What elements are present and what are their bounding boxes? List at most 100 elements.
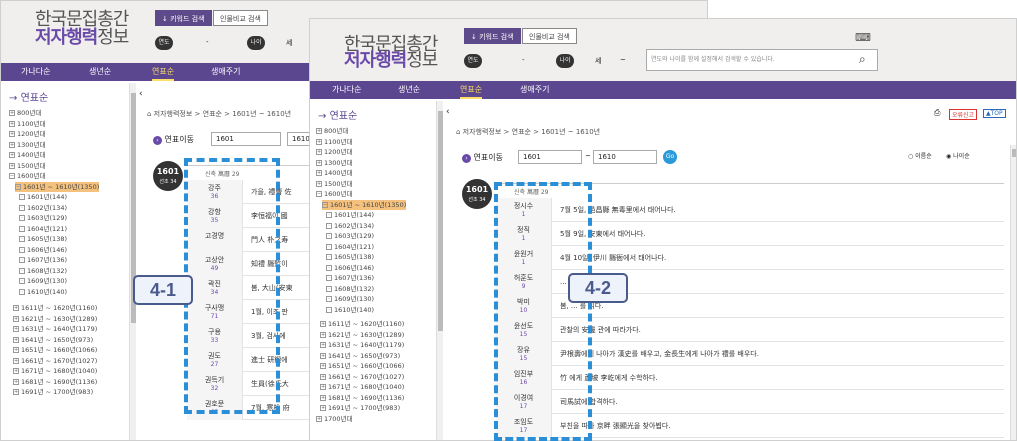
tree-decade[interactable]: +1661년 ~ 1670년(1027) <box>320 372 406 383</box>
search-icon[interactable]: ⌕ <box>859 52 866 67</box>
sidebar-scrollbar[interactable] <box>436 101 443 440</box>
tree-year[interactable]: · 1606년(146) <box>326 263 406 274</box>
move-label: › 연표이동 <box>153 134 194 145</box>
dash: - <box>206 38 209 46</box>
tree-year[interactable]: · 1603년(129) <box>19 213 99 224</box>
tree-item[interactable]: −1600년대 <box>316 189 406 200</box>
tree-year[interactable]: · 1601년(144) <box>326 210 406 221</box>
tree-year[interactable]: · 1609년(130) <box>19 276 99 287</box>
tree-decade[interactable]: +1631년 ~ 1640년(1179) <box>13 324 99 335</box>
keyword-search-tab[interactable]: ↓ 키워드 검색 <box>464 28 521 44</box>
from-year-input[interactable]: 1601 <box>211 132 281 146</box>
tree-year[interactable]: · 1605년(138) <box>326 252 406 263</box>
tree-decade[interactable]: +1621년 ~ 1630년(1289) <box>320 330 406 341</box>
event-description: 尹根壽에게 나아가 漢史를 배우고, 金長生에게 나아가 禮를 배우다. <box>560 350 759 358</box>
tree-year[interactable]: · 1608년(132) <box>19 266 99 277</box>
tree-year[interactable]: · 1606년(146) <box>19 245 99 256</box>
tree-item[interactable]: +1400년대 <box>316 168 406 179</box>
nav-ganada[interactable]: 가나다순 <box>332 81 361 99</box>
nav-lifecycle[interactable]: 생애주기 <box>211 63 240 81</box>
year-badge: 1601 선조 34 <box>153 161 183 191</box>
tree-year[interactable]: · 1602년(134) <box>326 221 406 232</box>
tree-item[interactable]: +1100년대 <box>316 137 406 148</box>
callout-label-right: 4-2 <box>568 273 628 303</box>
event-description: 司馬試에 합격하다. <box>560 398 618 406</box>
tree-decade[interactable]: +1651년 ~ 1660년(1066) <box>13 345 99 356</box>
print-icon[interactable]: ⎙ <box>934 108 940 118</box>
report-error-button[interactable]: 오류신고 <box>949 109 978 120</box>
nav-ganada[interactable]: 가나다순 <box>21 63 50 81</box>
go-button[interactable]: Go <box>663 150 677 164</box>
front-nav: 가나다순 생년순 연표순 생애주기 <box>310 81 1016 99</box>
nav-lifecycle[interactable]: 생애주기 <box>520 81 549 99</box>
tree-item[interactable]: −1600년대 <box>9 171 99 182</box>
event-description: 5월 9일, 安東에서 태어나다. <box>560 230 646 238</box>
tree-decade[interactable]: +1671년 ~ 1680년(1040) <box>13 366 99 377</box>
collapse-icon[interactable]: ‹ <box>139 89 143 99</box>
tree-decade[interactable]: +1641년 ~ 1650년(973) <box>13 335 99 346</box>
tilde: ~ <box>585 152 591 160</box>
front-header: 한국문집총간 저자행력정보 ↓ 키워드 검색 인물비교 검색 연도 - 나이 세… <box>310 19 1016 81</box>
tree-item[interactable]: +1700년대 <box>316 414 406 425</box>
tree-decade[interactable]: +1681년 ~ 1690년(1136) <box>13 377 99 388</box>
person-compare-tab[interactable]: 인물비교 검색 <box>213 10 268 26</box>
tree-year[interactable]: · 1605년(138) <box>19 234 99 245</box>
keyboard-icon[interactable]: ⌨ <box>855 31 871 44</box>
tree-year[interactable]: · 1608년(132) <box>326 284 406 295</box>
tree-decade[interactable]: +1661년 ~ 1670년(1027) <box>13 356 99 367</box>
tree-year[interactable]: · 1602년(134) <box>19 203 99 214</box>
tree-year[interactable]: · 1607년(136) <box>19 255 99 266</box>
tree-year[interactable]: · 1609년(130) <box>326 294 406 305</box>
tree-item[interactable]: +1300년대 <box>316 158 406 169</box>
main-scrollbar[interactable] <box>1010 145 1016 440</box>
from-year-input[interactable]: 1601 <box>518 150 582 164</box>
keyword-search-tab[interactable]: ↓ 키워드 검색 <box>155 10 212 26</box>
tree-item[interactable]: +1300년대 <box>9 140 99 151</box>
nav-chronology[interactable]: 연표순 <box>152 63 175 81</box>
site-subtitle: 저자행력정보 <box>344 50 438 71</box>
breadcrumb: ⌂ 저자행력정보 > 연표순 > 1601년 ~ 1610년 <box>147 110 292 118</box>
tree-decade[interactable]: +1621년 ~ 1630년(1289) <box>13 314 99 325</box>
tree-decade[interactable]: +1641년 ~ 1650년(973) <box>320 351 406 362</box>
tree-item[interactable]: +1500년대 <box>9 161 99 172</box>
tree-year[interactable]: · 1607년(136) <box>326 273 406 284</box>
nav-birth[interactable]: 생년순 <box>398 81 420 99</box>
tree-decade[interactable]: +1691년 ~ 1700년(983) <box>320 403 406 414</box>
age-suffix: 세 <box>595 57 602 65</box>
person-compare-tab[interactable]: 인물비교 검색 <box>522 28 577 44</box>
tree-item[interactable]: +1100년대 <box>9 119 99 130</box>
tree-year[interactable]: · 1604년(121) <box>19 224 99 235</box>
tree-decade[interactable]: +1691년 ~ 1700년(983) <box>13 387 99 398</box>
tree-decade[interactable]: +1631년 ~ 1640년(1179) <box>320 340 406 351</box>
sort-name-radio[interactable]: ○ 이름순 <box>908 151 932 160</box>
tree-year[interactable]: · 1603년(129) <box>326 231 406 242</box>
nav-chronology[interactable]: 연표순 <box>460 81 483 99</box>
search-input[interactable]: 연도와 나이를 함께 설정해서 검색할 수 있습니다. <box>646 49 878 71</box>
tilde: ~ <box>620 56 626 64</box>
tree-item[interactable]: +1200년대 <box>316 147 406 158</box>
sort-age-radio[interactable]: ◉ 나이순 <box>946 151 970 160</box>
tree-year[interactable]: · 1610년(140) <box>19 287 99 298</box>
collapse-icon[interactable]: ‹ <box>446 107 450 117</box>
tree-year[interactable]: · 1601년(144) <box>19 192 99 203</box>
tree-decade[interactable]: +1611년 ~ 1620년(1160) <box>320 319 406 330</box>
tree-item[interactable]: +1500년대 <box>316 179 406 190</box>
tree-decade[interactable]: +1681년 ~ 1690년(1136) <box>320 393 406 404</box>
tree-item[interactable]: +1200년대 <box>9 129 99 140</box>
tree-item[interactable]: +800년대 <box>316 126 406 137</box>
tree-item-selected[interactable]: −1601년 ~ 1610년(1350) <box>15 181 100 192</box>
top-button[interactable]: ▲TOP <box>983 109 1006 118</box>
tree-decade[interactable]: +1671년 ~ 1680년(1040) <box>320 382 406 393</box>
back-tree: +800년대 +1100년대 +1200년대 +1300년대 +1400년대 +… <box>9 108 100 398</box>
sidebar-scrollbar[interactable] <box>129 83 136 440</box>
tree-item-selected[interactable]: −1601년 ~ 1610년(1350) <box>322 199 407 210</box>
tree-decade[interactable]: +1651년 ~ 1660년(1066) <box>320 361 406 372</box>
tree-year[interactable]: · 1610년(140) <box>326 305 406 316</box>
highlight-box-right <box>494 182 592 441</box>
tree-year[interactable]: · 1604년(121) <box>326 242 406 253</box>
tree-item[interactable]: +800년대 <box>9 108 99 119</box>
tree-decade[interactable]: +1611년 ~ 1620년(1160) <box>13 303 99 314</box>
nav-birth[interactable]: 생년순 <box>89 63 111 81</box>
to-year-input[interactable]: 1610 <box>593 150 657 164</box>
tree-item[interactable]: +1400년대 <box>9 150 99 161</box>
